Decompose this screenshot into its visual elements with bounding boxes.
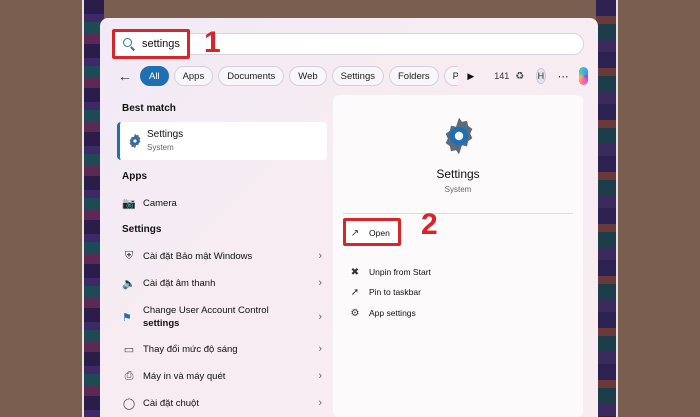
rewards-points[interactable]: 141 <box>494 71 509 81</box>
filter-bar: ← All Apps Documents Web Settings Folder… <box>118 65 588 87</box>
back-arrow-icon[interactable]: ← <box>118 68 132 84</box>
settings-item-label: Cài đặt chuột <box>143 397 199 409</box>
filter-chip-photos[interactable]: Pl <box>443 66 459 86</box>
step-1-label: 1 <box>204 26 221 59</box>
best-match-subtitle: System <box>147 143 174 152</box>
pin-to-taskbar-button[interactable]: ➚ Pin to taskbar <box>349 284 421 300</box>
app-item-label: Camera <box>143 197 177 209</box>
action-label: App settings <box>369 308 416 318</box>
settings-item-label: Change User Account Control <box>143 305 269 316</box>
unpin-icon: ✖ <box>350 266 360 278</box>
open-external-icon: ↗ <box>350 227 360 239</box>
filter-chip-documents[interactable]: Documents <box>218 66 285 86</box>
settings-item-brightness[interactable]: ▭ Thay đổi mức độ sáng › <box>122 338 322 360</box>
chevron-right-icon: › <box>318 370 322 382</box>
gear-icon <box>126 132 144 150</box>
chevron-right-icon: › <box>318 343 322 355</box>
detail-subtitle: System <box>444 185 472 194</box>
divider <box>343 213 573 214</box>
gear-icon: ⚙ <box>350 307 360 319</box>
settings-item-label: Cài đặt âm thanh <box>143 277 216 289</box>
best-match-header: Best match <box>122 103 176 114</box>
result-detail-pane: Settings System ↗ Open ✖ Unpin from Star… <box>333 95 583 417</box>
shield-icon: ⛨ <box>124 249 134 262</box>
app-settings-button[interactable]: ⚙ App settings <box>349 305 416 321</box>
monitor-icon: ▭ <box>123 343 135 356</box>
best-match-result[interactable]: Settings System <box>117 122 327 160</box>
chevron-right-icon: › <box>318 250 322 262</box>
settings-item-uac[interactable]: ⚑ Change User Account Control settings › <box>122 301 322 333</box>
camera-icon: 📷 <box>122 197 136 210</box>
filter-chip-web[interactable]: Web <box>289 66 327 86</box>
mouse-icon: ◯ <box>122 397 136 410</box>
settings-item-label: Cài đặt Bảo mật Windows <box>143 250 253 262</box>
open-button[interactable]: ↗ Open <box>349 225 390 241</box>
settings-item-security[interactable]: ⛨ Cài đặt Bảo mật Windows › <box>122 245 322 267</box>
settings-item-mouse[interactable]: ◯ Cài đặt chuột › <box>122 392 322 414</box>
speaker-icon: 🔈 <box>122 277 136 290</box>
scroll-filters-right-icon[interactable]: ▶ <box>467 71 474 82</box>
flag-icon: ⚑ <box>122 311 132 324</box>
settings-item-sound[interactable]: 🔈 Cài đặt âm thanh › <box>122 272 322 294</box>
unpin-from-start-button[interactable]: ✖ Unpin from Start <box>349 264 431 280</box>
action-label: Open <box>369 228 390 238</box>
settings-item-label-group: Change User Account Control settings <box>143 305 318 329</box>
best-match-title: Settings <box>147 129 184 140</box>
settings-item-label: Máy in và máy quét <box>143 370 226 382</box>
copilot-icon[interactable] <box>578 67 588 85</box>
search-icon <box>123 38 135 50</box>
settings-item-label: Thay đổi mức độ sáng <box>143 343 238 355</box>
app-item-camera[interactable]: 📷 Camera <box>122 192 322 214</box>
settings-header: Settings <box>122 224 162 235</box>
chevron-right-icon: › <box>318 397 322 409</box>
action-label: Unpin from Start <box>369 267 431 277</box>
settings-item-printers[interactable]: ⎙ Máy in và máy quét › <box>122 365 322 387</box>
search-query-text: settings <box>142 38 180 50</box>
apps-header: Apps <box>122 171 147 182</box>
more-options-icon[interactable]: ⋯ <box>558 70 569 83</box>
pin-icon: ➚ <box>350 286 360 298</box>
filter-chip-settings[interactable]: Settings <box>331 66 384 86</box>
gear-icon <box>438 115 480 157</box>
step-2-label: 2 <box>421 208 438 241</box>
network-icon[interactable]: ♻ <box>515 71 524 82</box>
search-input[interactable]: settings <box>112 29 190 59</box>
chevron-right-icon: › <box>318 277 322 289</box>
filter-chip-folders[interactable]: Folders <box>388 66 439 86</box>
printer-icon: ⎙ <box>124 369 134 382</box>
start-menu-search-panel: settings ← All Apps Documents Web Settin… <box>100 18 598 417</box>
filter-chip-all[interactable]: All <box>140 66 169 86</box>
avatar[interactable]: H <box>536 68 546 84</box>
action-label: Pin to taskbar <box>369 287 421 297</box>
detail-title: Settings <box>436 167 480 181</box>
desktop-wallpaper-right <box>596 0 618 417</box>
chevron-right-icon: › <box>318 311 322 323</box>
filter-chip-apps[interactable]: Apps <box>173 66 214 86</box>
settings-item-label-bold: settings <box>143 318 180 329</box>
